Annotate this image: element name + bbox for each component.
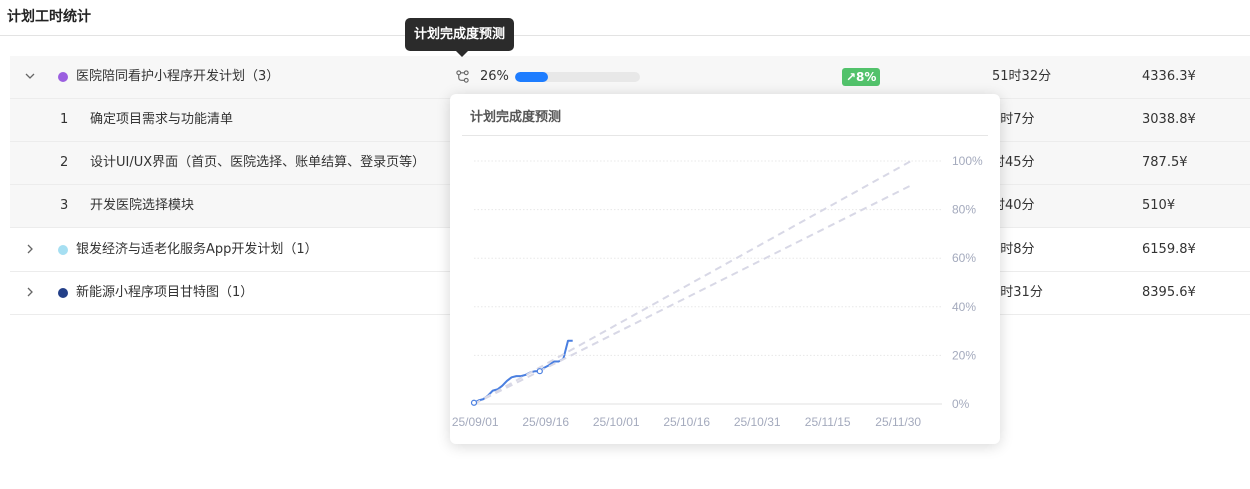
- x-tick-label: 25/09/01: [452, 415, 499, 429]
- forecast-line: [473, 160, 912, 405]
- cost-cell: 3038.8¥: [1142, 112, 1196, 127]
- chevron-down-icon[interactable]: [24, 70, 36, 82]
- task-index: 3: [60, 198, 69, 213]
- project-name[interactable]: 新能源小程序项目甘特图（1）: [76, 272, 253, 314]
- project-name[interactable]: 医院陪同看护小程序开发计划（3）: [76, 56, 279, 98]
- project-color-dot: [58, 245, 68, 255]
- x-tick-label: 25/10/01: [593, 415, 640, 429]
- workflow-icon[interactable]: [455, 69, 470, 84]
- x-tick-label: 25/09/16: [522, 415, 569, 429]
- x-tick-label: 25/11/15: [805, 415, 851, 429]
- y-tick-label: 80%: [952, 203, 976, 217]
- project-color-dot: [58, 72, 68, 82]
- title-divider: [0, 35, 1250, 36]
- task-name[interactable]: 开发医院选择模块: [90, 185, 194, 227]
- forecast-popover: 计划完成度预测 0% 20% 40% 60% 80% 100% 25/09/01 25/09/…: [450, 94, 1000, 444]
- y-tick-label: 40%: [952, 300, 976, 314]
- chevron-right-icon[interactable]: [24, 243, 36, 255]
- project-color-dot: [58, 288, 68, 298]
- trend-badge: ↗8%: [842, 68, 881, 86]
- page-title: 计划工时统计: [7, 9, 91, 25]
- data-point: [536, 368, 543, 375]
- task-name[interactable]: 确定项目需求与功能清单: [90, 99, 233, 141]
- task-index: 1: [60, 112, 69, 127]
- chevron-right-icon[interactable]: [24, 286, 36, 298]
- actual-progress-line: [473, 339, 573, 404]
- tooltip-arrow: [456, 51, 468, 57]
- y-tick-label: 100%: [952, 154, 983, 168]
- task-index: 2: [60, 155, 69, 170]
- progress-bar-fill: [515, 72, 548, 82]
- x-tick-label: 25/10/16: [663, 415, 710, 429]
- tooltip: 计划完成度预测: [405, 18, 515, 51]
- data-point: [470, 399, 478, 406]
- cost-cell: 6159.8¥: [1142, 242, 1196, 257]
- y-tick-label: 0%: [952, 397, 970, 411]
- cost-cell: 510¥: [1142, 198, 1176, 213]
- y-tick-label: 20%: [952, 348, 976, 362]
- x-tick-label: 25/10/31: [734, 415, 781, 429]
- hours-cell: 51时32分: [992, 69, 1052, 84]
- task-name[interactable]: 设计UI/UX界面（首页、医院选择、账单结算、登录页等）: [90, 142, 425, 184]
- progress-percent: 26%: [480, 69, 509, 84]
- y-tick-label: 60%: [952, 251, 976, 265]
- cost-cell: 787.5¥: [1142, 155, 1188, 170]
- forecast-chart: 0% 20% 40% 60% 80% 100% 25/09/01 25/09/16 25/10/…: [452, 154, 983, 429]
- x-tick-label: 25/11/30: [875, 415, 921, 429]
- project-name[interactable]: 银发经济与适老化服务App开发计划（1）: [76, 229, 318, 271]
- cost-cell: 8395.6¥: [1142, 285, 1196, 300]
- project-row[interactable]: 医院陪同看护小程序开发计划（3） 26% ↗8% 51时32分 4336.3¥: [10, 56, 1250, 99]
- progress-bar: [515, 72, 640, 82]
- cost-cell: 4336.3¥: [1142, 69, 1196, 84]
